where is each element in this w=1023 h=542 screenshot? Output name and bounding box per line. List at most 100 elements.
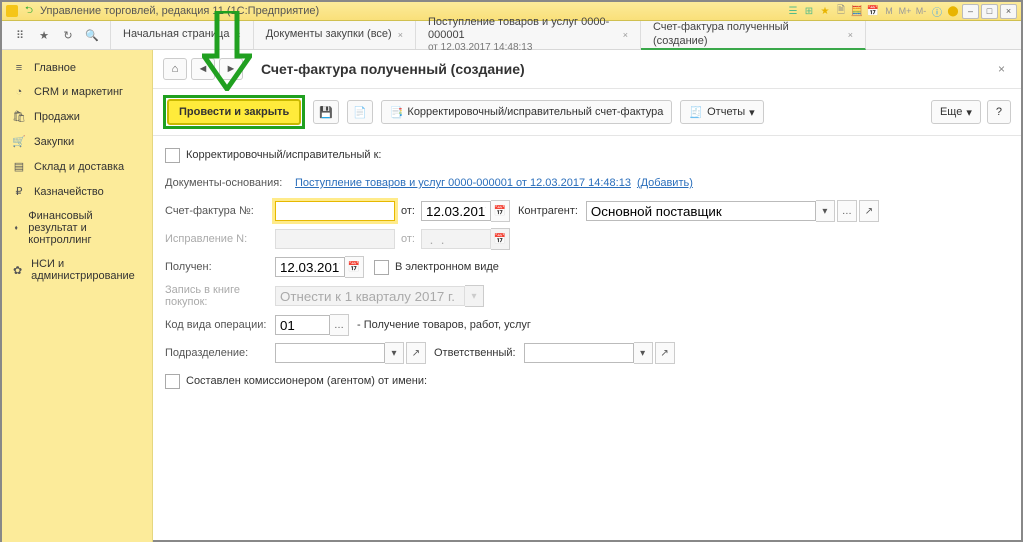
home-button[interactable]: ⌂ bbox=[163, 58, 187, 80]
open-icon[interactable]: ↗ bbox=[406, 342, 426, 364]
reports-button[interactable]: 🧾Отчеты▾ bbox=[680, 100, 763, 124]
tab-receipt[interactable]: Поступление товаров и услуг 0000-000001 … bbox=[416, 21, 641, 49]
basis-docs-label: Документы-основания: bbox=[165, 177, 295, 189]
from-label-2: от: bbox=[401, 233, 415, 245]
chart-icon: ⬪ bbox=[12, 222, 20, 235]
apps-icon[interactable]: ⠿ bbox=[12, 27, 28, 43]
maximize-button[interactable]: □ bbox=[981, 4, 998, 19]
operation-code-input[interactable] bbox=[275, 315, 330, 335]
responsible-label: Ответственный: bbox=[434, 347, 516, 359]
responsible-input[interactable] bbox=[524, 343, 634, 363]
electronic-checkbox[interactable] bbox=[374, 260, 389, 275]
sidebar-item-label: НСИ и администрирование bbox=[31, 258, 142, 282]
tab-start[interactable]: Начальная страница × bbox=[111, 21, 254, 49]
close-icon[interactable]: × bbox=[235, 30, 240, 40]
fav-icon[interactable]: ☰ bbox=[786, 4, 800, 18]
forward-button[interactable]: ► bbox=[219, 58, 243, 80]
highlight-annotation: Провести и закрыть bbox=[163, 95, 305, 129]
sales-icon: 🛍 bbox=[12, 110, 26, 123]
info-icon[interactable]: ⓘ bbox=[930, 4, 944, 18]
invoice-number-input[interactable] bbox=[275, 201, 395, 221]
dropdown-icon[interactable]: ▾ bbox=[385, 342, 404, 364]
help-button[interactable]: ? bbox=[987, 100, 1011, 124]
sidebar-item-admin[interactable]: ✿ НСИ и администрирование bbox=[2, 252, 152, 288]
sidebar-item-label: Главное bbox=[34, 62, 76, 74]
received-date-input[interactable] bbox=[275, 257, 345, 277]
close-window-button[interactable]: × bbox=[1000, 4, 1017, 19]
search-icon[interactable]: 🔍 bbox=[84, 27, 100, 43]
sidebar-item-treasury[interactable]: ₽Казначейство bbox=[2, 179, 152, 204]
basis-doc-link[interactable]: Поступление товаров и услуг 0000-000001 … bbox=[295, 177, 631, 189]
tab-label: Начальная страница bbox=[123, 28, 229, 41]
agent-checkbox[interactable] bbox=[165, 374, 180, 389]
dropdown-icon[interactable]: ▾ bbox=[634, 342, 653, 364]
counterparty-input[interactable] bbox=[586, 201, 816, 221]
corrective-button[interactable]: 📑Корректировочный/исправительный счет-фа… bbox=[381, 100, 673, 124]
sidebar-item-purchases[interactable]: 🛒Закупки bbox=[2, 129, 152, 154]
calendar-icon[interactable]: 📅 bbox=[345, 256, 364, 278]
dropdown-icon[interactable]: ▾ bbox=[816, 200, 835, 222]
warehouse-icon: ▤ bbox=[12, 160, 26, 173]
star-icon[interactable]: ★ bbox=[818, 4, 832, 18]
sidebar-item-warehouse[interactable]: ▤Склад и доставка bbox=[2, 154, 152, 179]
sidebar-item-main[interactable]: ≡ Главное bbox=[2, 56, 152, 80]
add-basis-link[interactable]: (Добавить) bbox=[637, 177, 693, 189]
save-button[interactable]: 💾 bbox=[313, 100, 339, 124]
correction-date-input bbox=[421, 229, 491, 249]
electronic-label: В электронном виде bbox=[395, 261, 499, 273]
app-title: Управление торговлей, редакция 11 (1С:Пр… bbox=[40, 5, 319, 17]
tab-docs[interactable]: Документы закупки (все) × bbox=[254, 21, 416, 49]
corrective-label: Корректировочный/исправительный к: bbox=[186, 149, 381, 161]
invoice-number-label: Счет-фактура №: bbox=[165, 205, 275, 217]
grid-icon[interactable]: ⊞ bbox=[802, 4, 816, 18]
crm-icon: ◔ bbox=[12, 86, 26, 98]
btn-label: Еще bbox=[940, 106, 962, 118]
back-icon[interactable]: ⮌ bbox=[22, 4, 36, 18]
purchases-book-label: Запись в книге покупок: bbox=[165, 284, 275, 308]
sidebar-item-label: CRM и маркетинг bbox=[34, 86, 123, 98]
close-page-button[interactable]: × bbox=[998, 62, 1005, 76]
more-button[interactable]: Еще▾ bbox=[931, 100, 981, 124]
tab-sub-label: от 12.03.2017 14:48:13 bbox=[428, 42, 617, 54]
select-icon[interactable]: … bbox=[330, 314, 349, 336]
doc-icon[interactable]: 🗎 bbox=[834, 4, 848, 18]
sidebar-item-finance[interactable]: ⬪ Финансовый результат и контроллинг bbox=[2, 204, 152, 252]
select-icon[interactable]: … bbox=[837, 200, 857, 222]
agent-label: Составлен комиссионером (агентом) от име… bbox=[186, 375, 427, 387]
close-icon[interactable]: × bbox=[398, 30, 403, 40]
page-title: Счет-фактура полученный (создание) bbox=[261, 61, 525, 77]
back-button[interactable]: ◄ bbox=[191, 58, 215, 80]
sidebar: ≡ Главное ◔ CRM и маркетинг 🛍Продажи 🛒Заку… bbox=[2, 50, 153, 542]
received-label: Получен: bbox=[165, 261, 275, 273]
open-icon[interactable]: ↗ bbox=[655, 342, 675, 364]
cal-icon[interactable]: 📅 bbox=[866, 4, 880, 18]
department-input[interactable] bbox=[275, 343, 385, 363]
close-icon[interactable]: × bbox=[623, 30, 628, 40]
corrective-checkbox[interactable] bbox=[165, 148, 180, 163]
sidebar-item-sales[interactable]: 🛍Продажи bbox=[2, 104, 152, 129]
calendar-icon[interactable]: 📅 bbox=[491, 200, 510, 222]
invoice-date-input[interactable] bbox=[421, 201, 491, 221]
calc-icon[interactable]: 🧮 bbox=[850, 4, 864, 18]
sidebar-item-label: Финансовый результат и контроллинг bbox=[28, 210, 142, 246]
home-icon: ≡ bbox=[12, 62, 26, 74]
post-button[interactable]: 📄 bbox=[347, 100, 373, 124]
m3-icon[interactable]: M- bbox=[914, 4, 928, 18]
favorite-icon[interactable]: ★ bbox=[36, 27, 52, 43]
counterparty-label: Контрагент: bbox=[518, 205, 578, 217]
tab-invoice[interactable]: Счет-фактура полученный (создание) × bbox=[641, 21, 866, 50]
open-icon[interactable]: ↗ bbox=[859, 200, 879, 222]
sidebar-item-crm[interactable]: ◔ CRM и маркетинг bbox=[2, 80, 152, 104]
correction-number-label: Исправление N: bbox=[165, 233, 275, 245]
minimize-button[interactable]: – bbox=[962, 4, 979, 19]
m1-icon[interactable]: M bbox=[882, 4, 896, 18]
gear-icon: ✿ bbox=[12, 264, 23, 277]
m2-icon[interactable]: M+ bbox=[898, 4, 912, 18]
help-icon[interactable]: ⬤ bbox=[946, 4, 960, 18]
close-icon[interactable]: × bbox=[848, 30, 853, 40]
tab-label: Счет-фактура полученный (создание) bbox=[653, 21, 842, 47]
history-icon[interactable]: ↻ bbox=[60, 27, 76, 43]
post-and-close-button[interactable]: Провести и закрыть bbox=[167, 99, 301, 125]
dropdown-icon: ▾ bbox=[465, 285, 484, 307]
correction-number-input bbox=[275, 229, 395, 249]
